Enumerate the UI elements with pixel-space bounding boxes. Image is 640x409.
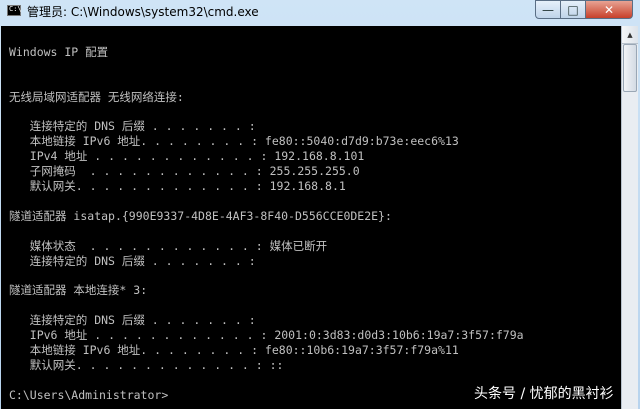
cmd-window: C:\ 管理员: C:\Windows\system32\cmd.exe — □…	[0, 0, 640, 409]
close-button[interactable]: ✕	[585, 0, 633, 19]
console-line: 隧道适配器 本地连接* 3:	[9, 283, 148, 298]
console-line: 连接特定的 DNS 后缀 . . . . . . . :	[9, 119, 256, 134]
title-bar[interactable]: C:\ 管理员: C:\Windows\system32\cmd.exe — □…	[0, 0, 640, 22]
console-line: 子网掩码 . . . . . . . . . . . . : 255.255.2…	[9, 164, 360, 179]
console-line: C:\Users\Administrator>	[9, 387, 169, 402]
scroll-up-button[interactable]: ▲	[622, 26, 638, 44]
console-line: Windows IP 配置	[9, 44, 109, 59]
console-output[interactable]: Windows IP 配置无线局域网适配器 无线网络连接: 连接特定的 DNS …	[1, 26, 621, 409]
console-line: 媒体状态 . . . . . . . . . . . . : 媒体已断开	[9, 238, 328, 253]
console-line: IPv6 地址 . . . . . . . . . . . . : 2001:0…	[9, 328, 524, 342]
console-line: 本地链接 IPv6 地址. . . . . . . . : fe80::5040…	[9, 134, 459, 149]
window-title: 管理员: C:\Windows\system32\cmd.exe	[27, 5, 259, 19]
maximize-icon: □	[567, 2, 579, 17]
console-line: 隧道适配器 isatap.{990E9337-4D8E-4AF3-8F40-D5…	[9, 208, 392, 223]
console-line: 连接特定的 DNS 后缀 . . . . . . . :	[9, 253, 256, 268]
console-line: 默认网关. . . . . . . . . . . . . : 192.168.…	[9, 179, 346, 193]
vertical-scrollbar[interactable]: ▲	[621, 26, 638, 409]
minimize-icon: —	[542, 2, 554, 17]
maximize-button[interactable]: □	[560, 0, 586, 19]
console-line: 默认网关. . . . . . . . . . . . . : ::	[9, 357, 284, 372]
scroll-up-arrow-icon: ▲	[627, 30, 633, 39]
watermark-text: 头条号 / 忧郁的黑衬衫	[474, 386, 614, 402]
console-line: 连接特定的 DNS 后缀 . . . . . . . :	[9, 313, 256, 328]
cmd-app-icon[interactable]: C:\	[7, 5, 22, 16]
close-icon: ✕	[603, 2, 615, 17]
console-line: IPv4 地址 . . . . . . . . . . . . : 192.16…	[9, 149, 365, 164]
console-line: 本地链接 IPv6 地址. . . . . . . . : fe80::10b6…	[9, 342, 459, 357]
scroll-thumb[interactable]	[623, 44, 637, 92]
minimize-button[interactable]: —	[535, 0, 561, 19]
console-line: 无线局域网适配器 无线网络连接:	[9, 89, 184, 104]
